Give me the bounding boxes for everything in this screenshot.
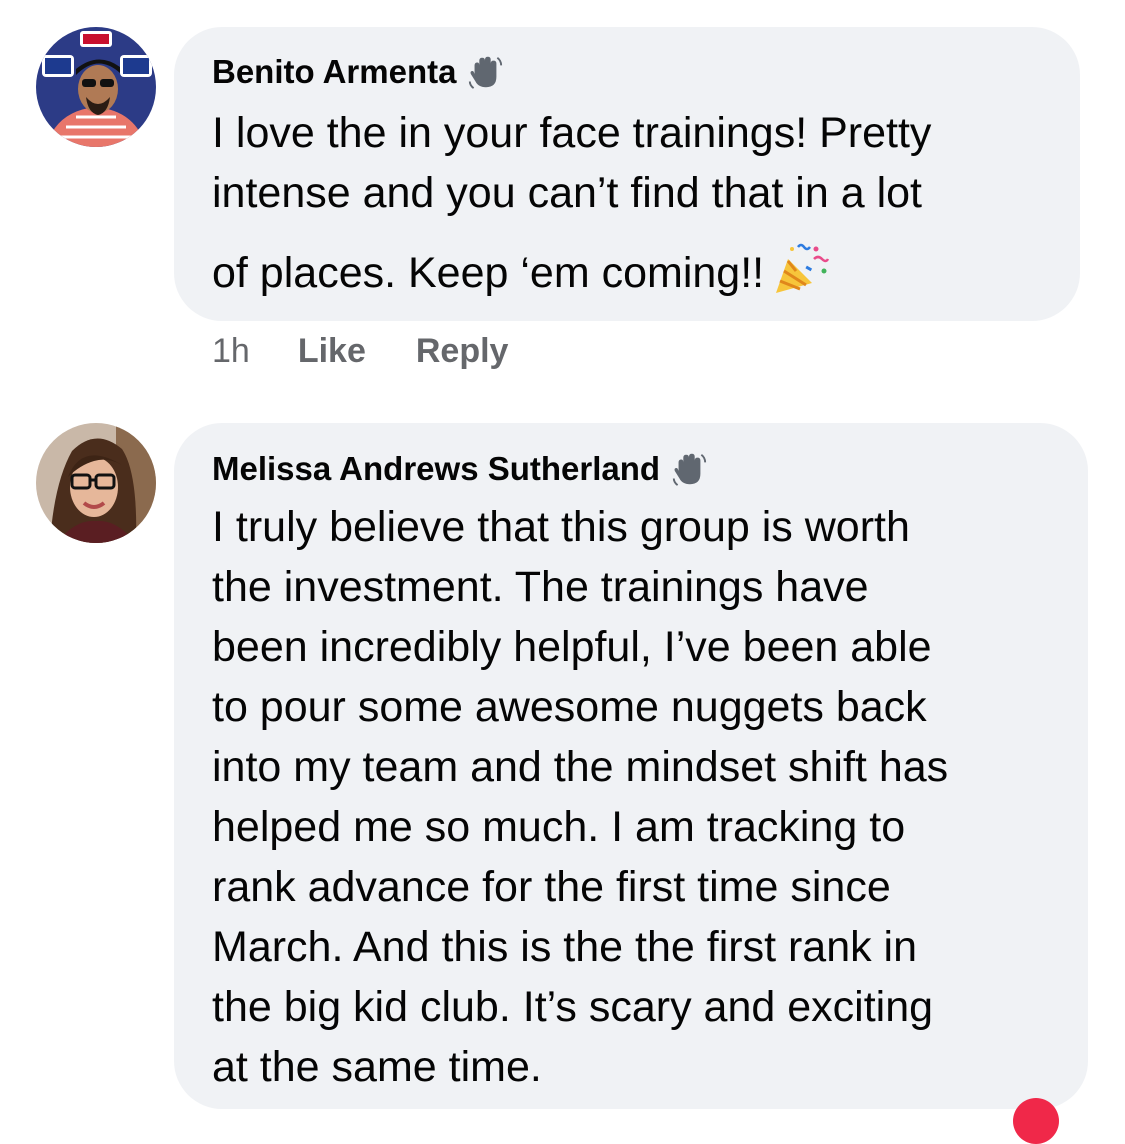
comment-line: into my team and the mindset shift has bbox=[212, 743, 949, 791]
waving-hand-icon bbox=[469, 56, 503, 89]
comment-line: been incredibly helpful, I’ve been able bbox=[212, 623, 932, 671]
comment-line: March. And this is the the first rank in bbox=[212, 923, 918, 971]
avatar-melissa[interactable] bbox=[36, 423, 156, 543]
comment-actions: 1h Like Reply bbox=[212, 332, 558, 371]
comment-line: rank advance for the first time since bbox=[212, 863, 891, 911]
comment-author[interactable]: Benito Armenta bbox=[212, 52, 504, 92]
comment-line: the investment. The trainings have bbox=[212, 563, 869, 611]
comment-line: to pour some awesome nuggets back bbox=[212, 683, 927, 731]
party-popper-icon bbox=[776, 243, 830, 293]
comment-author[interactable]: Melissa Andrews Sutherland bbox=[212, 449, 708, 489]
comment-text: I love the in your face trainings! Prett… bbox=[212, 103, 931, 303]
author-name[interactable]: Melissa Andrews Sutherland bbox=[212, 449, 660, 489]
comment-text: I truly believe that this group is worth… bbox=[212, 497, 948, 1097]
like-button[interactable]: Like bbox=[298, 332, 366, 371]
waving-hand-icon bbox=[672, 453, 707, 486]
reply-button[interactable]: Reply bbox=[416, 332, 509, 371]
comment-line: intense and you can’t find that in a lot bbox=[212, 169, 922, 217]
comment-line: of places. Keep ‘em coming!! bbox=[212, 241, 931, 303]
comment-line-text: of places. Keep ‘em coming!! bbox=[212, 249, 765, 297]
comment-line: at the same time. bbox=[212, 1043, 542, 1091]
comment-timestamp: 1h bbox=[212, 332, 250, 370]
author-name[interactable]: Benito Armenta bbox=[212, 52, 456, 92]
avatar-benito[interactable] bbox=[36, 27, 156, 147]
comment-line: helped me so much. I am tracking to bbox=[212, 803, 906, 851]
notification-badge[interactable] bbox=[1013, 1098, 1059, 1144]
comment-line: I truly believe that this group is worth bbox=[212, 503, 910, 551]
avatar-image bbox=[36, 423, 156, 543]
avatar-image bbox=[36, 27, 156, 147]
comment-line: the big kid club. It’s scary and excitin… bbox=[212, 983, 934, 1031]
comment-line: I love the in your face trainings! Prett… bbox=[212, 109, 932, 157]
